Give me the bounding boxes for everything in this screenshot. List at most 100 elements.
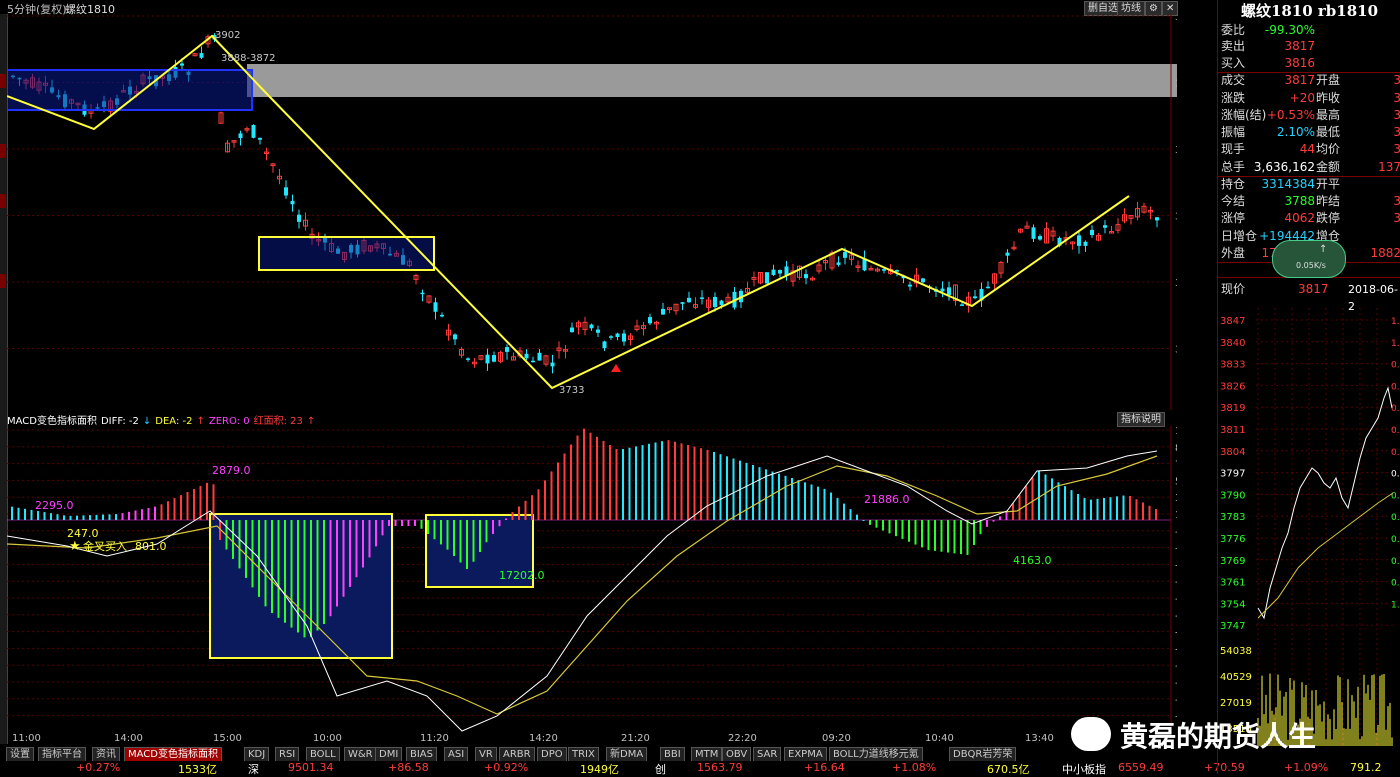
macd-tick: 7 — [1175, 460, 1177, 471]
quote-key2: 最高 — [1316, 108, 1341, 122]
status-sz-pct: +0.92% — [484, 761, 529, 774]
tab-7[interactable]: W&R — [344, 747, 377, 762]
macd-tick: -20 — [1175, 695, 1177, 706]
tab-10[interactable]: ASI — [444, 747, 469, 762]
time-axis: 11:00 14:00 15:00 10:00 11:20 14:20 21:20 22:20… — [7, 732, 1177, 746]
intraday-tick: 3819 — [1220, 403, 1245, 414]
tab-4[interactable]: KDJ — [244, 747, 270, 762]
macd-tick: 5 — [1175, 476, 1177, 487]
intraday-tick: 3804 — [1220, 447, 1245, 458]
quote-key: 成交 — [1221, 73, 1246, 87]
tab-6[interactable]: BOLL — [306, 747, 340, 762]
macd-tick: -1 — [1175, 527, 1177, 538]
tab-13[interactable]: DPO — [537, 747, 567, 762]
quote-key: 今结 — [1221, 194, 1246, 208]
intraday-tick: 3747 — [1220, 621, 1245, 632]
tab-17[interactable]: MTM — [691, 747, 723, 762]
strip-tab[interactable] — [0, 194, 6, 208]
candlestick-chart[interactable]: 391138803849381837863755 3902 3888-3872 … — [7, 14, 1177, 410]
quote-value2: 3 — [1393, 91, 1400, 105]
tab-9[interactable]: BIAS — [406, 747, 437, 762]
quote-value: 4062 — [1284, 211, 1315, 225]
tab-3[interactable]: MACD变色指标面积 — [124, 747, 222, 762]
quote-value2: 3 — [1393, 142, 1400, 156]
status-sz-turnover: 1949亿 — [580, 763, 619, 776]
indicator-explain-button[interactable]: 指标说明 — [1117, 412, 1165, 427]
tab-18[interactable]: OBV — [722, 747, 752, 762]
macd-tick: -18 — [1175, 678, 1177, 689]
intraday-tick: 3833 — [1220, 360, 1245, 371]
macd-tick: -8 — [1175, 594, 1177, 605]
diff-line — [7, 450, 1158, 732]
intraday-price-axis: 3847 3840 3833 3826 3819 3811 3804 3797 3790 3783… — [1220, 316, 1245, 632]
tab-19[interactable]: SAR — [753, 747, 782, 762]
macd-tick: 1 — [1175, 510, 1177, 521]
time-tick: 10:40 — [925, 733, 954, 744]
strip-tab[interactable] — [0, 274, 6, 288]
tab-2[interactable]: 资讯 — [92, 747, 120, 762]
status-cy-index: 1563.79 — [697, 761, 743, 774]
macd-tick: -10 — [1175, 611, 1177, 622]
tab-21[interactable]: BOLL力道线移元氪 — [829, 747, 923, 762]
quote-value: +0.53% — [1266, 108, 1315, 122]
strip-tab[interactable] — [0, 144, 6, 158]
tab-16[interactable]: BBI — [660, 747, 685, 762]
low-label: 3733 — [559, 385, 584, 396]
intraday-tick: 3754 — [1220, 599, 1245, 610]
quote-key: 外盘 — [1221, 246, 1246, 260]
buy-arrow-icon — [611, 364, 621, 372]
intraday-pct-tick: 0.9 — [1391, 579, 1400, 589]
intraday-pct-axis: 1.31.10.90.70.50.30.10.00.10.30.50.70.91… — [1391, 317, 1400, 610]
quote-value: +20 — [1289, 91, 1315, 105]
indicator-tabs: 设置 指标平台 资讯 MACD变色指标面积 KDJ RSI BOLL W&R DMI BIAS AS… — [0, 747, 1220, 762]
quote-row: 委比 -99.30% — [1218, 22, 1400, 39]
tab-12[interactable]: ARBR — [499, 747, 535, 762]
macd-tick: -14 — [1175, 644, 1177, 655]
quote-value: 3788 — [1284, 194, 1315, 208]
price-tick: 3755 — [1175, 345, 1177, 356]
volume-tick: 40529 — [1220, 672, 1252, 683]
intraday-pct-tick: 0.5 — [1391, 535, 1400, 545]
tab-11[interactable]: VR — [475, 747, 497, 762]
tab-20[interactable]: EXPMA — [784, 747, 827, 762]
macd-tick: -3 — [1175, 544, 1177, 555]
price-tick: 3880 — [1175, 79, 1177, 90]
intraday-pct-tick: 0.3 — [1391, 513, 1400, 523]
quote-row: 振幅 2.10% 最低 3 — [1218, 124, 1400, 141]
macd-ann-2295: 2295.0 — [35, 499, 74, 512]
quote-row: 涨跌 +20 昨收 3 — [1218, 90, 1400, 107]
consolidation-box-1 — [7, 69, 253, 111]
quote-key: 委比 — [1221, 23, 1246, 37]
quote-row: 涨停 4062 跌停 3 — [1218, 210, 1400, 227]
macd-header: MACD变色指标面积 DIFF: -2 ↓ DEA: -2 ↑ ZERO: 0 红面积: 2… — [7, 412, 1177, 427]
macd-chart[interactable]: 1087531-1-3-5-7-8-10-12-14-16-18-20-22 2… — [7, 426, 1177, 732]
intraday-tick: 3847 — [1220, 316, 1245, 327]
price-tick: 3786 — [1175, 278, 1177, 289]
status-change-pct: +0.27% — [76, 761, 121, 774]
time-tick: 11:20 — [420, 733, 449, 744]
current-price-row: 现价 3817 2018-06-2 — [1218, 281, 1400, 313]
tab-8[interactable]: DMI — [375, 747, 403, 762]
tab-14[interactable]: TRIX — [568, 747, 599, 762]
tab-22[interactable]: DBQR岩芳荣 — [949, 747, 1017, 762]
tab-0[interactable]: 设置 — [6, 747, 34, 762]
macd-ann-21886: 21886.0 — [864, 493, 910, 506]
tab-1[interactable]: 指标平台 — [38, 747, 86, 762]
volume-tick: 27019 — [1220, 698, 1252, 709]
quote-key2: 金额 — [1316, 160, 1341, 174]
tab-15[interactable]: 新DMA — [606, 747, 648, 762]
intraday-tick: 3790 — [1220, 490, 1245, 501]
time-tick: 14:20 — [529, 733, 558, 744]
time-tick: 10:00 — [313, 733, 342, 744]
status-zx-index: 6559.49 — [1118, 761, 1164, 774]
macd-ann-17202: 17202.0 — [499, 569, 545, 582]
quote-key: 买入 — [1221, 56, 1246, 70]
macd-tick: -5 — [1175, 560, 1177, 571]
tab-5[interactable]: RSI — [275, 747, 300, 762]
quote-key2: 开平 — [1316, 177, 1341, 191]
quote-key2: 均价 — [1316, 142, 1341, 156]
macd-ann-801: 801.0 — [135, 540, 167, 553]
quote-key2: 跌停 — [1316, 211, 1341, 225]
intraday-chart[interactable]: 3847 3840 3833 3826 3819 3811 3804 3797 3790 3783… — [1218, 308, 1400, 748]
strip-tab[interactable] — [0, 74, 6, 88]
